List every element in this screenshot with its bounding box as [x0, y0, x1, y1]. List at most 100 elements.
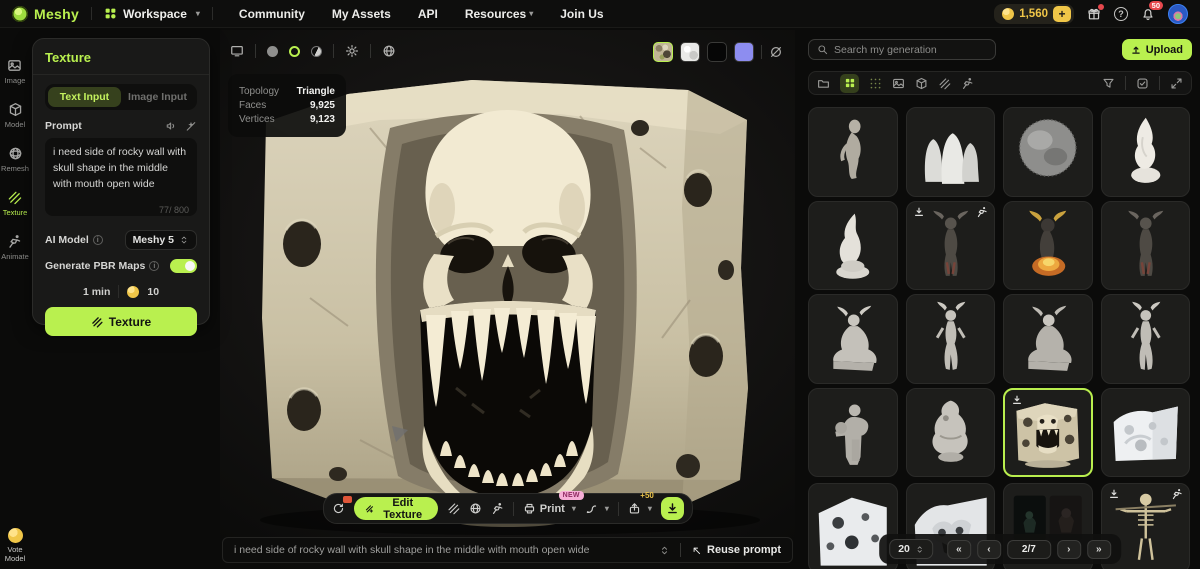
remesh-tool-button[interactable] — [469, 502, 482, 515]
texture-icon — [9, 191, 22, 205]
metallic-map-chip[interactable] — [707, 42, 727, 62]
next-page-button[interactable]: › — [1056, 539, 1081, 559]
generate-texture-button[interactable]: Texture — [45, 307, 197, 336]
model-filter-icon[interactable] — [915, 77, 928, 90]
animate-icon[interactable] — [1171, 488, 1183, 500]
tab-text-input[interactable]: Text Input — [48, 87, 121, 107]
model-thumbnail-ghost-trio[interactable] — [905, 107, 995, 197]
texture-tool-button[interactable] — [447, 502, 460, 515]
divider — [761, 45, 762, 59]
model-thumbnail-demon-fire[interactable] — [1003, 200, 1093, 291]
maps-visibility-icon[interactable] — [769, 45, 783, 59]
rail-item-model[interactable]: Model — [5, 102, 25, 129]
workspace-menu[interactable]: Workspace ▾ — [104, 7, 200, 21]
prompt-collapse-control[interactable] — [659, 545, 670, 556]
model-thumbnail-skull-rock-wall[interactable] — [1003, 387, 1093, 478]
prev-page-button[interactable]: ‹ — [976, 539, 1001, 559]
prompt-voice-icon[interactable] — [165, 120, 177, 132]
gallery-search[interactable] — [808, 39, 996, 60]
rail-item-animate[interactable]: Animate — [1, 234, 29, 261]
download-icon[interactable] — [1108, 488, 1120, 500]
edit-texture-button[interactable]: Edit Texture — [353, 497, 438, 521]
generation-gallery: Upload 20 « ‹ 2/7 › » — [800, 30, 1200, 569]
nav-community[interactable]: Community — [239, 7, 305, 21]
sculpt-brush-button[interactable]: ▾ — [585, 502, 609, 515]
meshy-logo[interactable]: Meshy — [12, 5, 79, 22]
download-button[interactable] — [660, 497, 684, 520]
credits-pill[interactable]: 1,560 + — [994, 3, 1074, 24]
print-button[interactable]: Print ▾ NEW — [523, 491, 584, 515]
model-thumbnail-demon-dark[interactable] — [905, 200, 995, 291]
chevron-down-icon: ▾ — [529, 9, 534, 18]
filter-icon[interactable] — [1102, 77, 1115, 90]
rail-item-image[interactable]: Image — [5, 58, 25, 85]
image-filter-icon[interactable] — [892, 77, 905, 90]
shading-solid-icon[interactable] — [267, 45, 278, 57]
model-thumbnail-stone-sphere[interactable] — [1003, 107, 1093, 197]
model-thumbnail-gnome-creature[interactable] — [905, 387, 995, 478]
download-icon[interactable] — [1011, 394, 1023, 406]
rewards-button[interactable] — [1087, 3, 1104, 21]
first-page-button[interactable]: « — [946, 539, 971, 559]
model-thumbnail-flame-statue[interactable] — [808, 200, 898, 291]
download-icon[interactable] — [913, 206, 925, 218]
grid-icon — [845, 78, 854, 88]
wireframe-icon[interactable] — [382, 44, 396, 58]
model-thumbnail-demon-dark-2[interactable] — [1100, 200, 1190, 291]
nav-resources-label: Resources — [464, 6, 527, 21]
thumbnail-render — [835, 404, 869, 465]
model-thumbnail-white-rock-wall[interactable] — [1100, 387, 1190, 478]
nav-my-assets[interactable]: My Assets — [332, 7, 391, 21]
tab-image-input[interactable]: Image Input — [121, 87, 194, 107]
grid-view-button[interactable] — [840, 73, 859, 93]
reuse-prompt-button[interactable]: Reuse prompt — [691, 544, 781, 556]
vote-model-button[interactable]: Vote Model — [0, 528, 30, 563]
pbr-toggle[interactable] — [170, 259, 197, 273]
folder-icon[interactable] — [817, 77, 830, 90]
rail-item-remesh[interactable]: Remesh — [1, 146, 29, 173]
model-thumbnail-zombie-figure[interactable] — [808, 107, 898, 197]
help-button[interactable]: ? — [1114, 6, 1128, 21]
model-thumbnail-demon-standing[interactable] — [905, 294, 995, 384]
base-color-map-chip[interactable] — [653, 42, 673, 62]
expand-icon[interactable] — [1170, 77, 1183, 90]
nav-api[interactable]: API — [418, 7, 438, 21]
rail-item-texture[interactable]: Texture — [3, 190, 27, 217]
thumbnail-render — [1029, 210, 1067, 276]
nav-join-us[interactable]: Join Us — [560, 7, 603, 21]
model-thumbnail-villager-figure[interactable] — [808, 387, 898, 478]
prompt-label: Prompt — [45, 120, 82, 132]
prompt-ideas-icon[interactable] — [185, 120, 197, 132]
page-size-select[interactable]: 20 — [889, 539, 933, 559]
nav-resources[interactable]: Resources ▾ — [465, 7, 533, 21]
coin-icon — [1002, 7, 1015, 20]
model-thumbnail-demon-standing-2[interactable] — [1100, 294, 1190, 384]
model-thumbnail-flame-figure[interactable] — [1100, 107, 1190, 197]
shading-split-icon[interactable] — [311, 45, 322, 57]
texture-filter-icon[interactable] — [938, 77, 951, 90]
animate-tool-button[interactable] — [491, 502, 504, 515]
display-settings-icon[interactable] — [230, 44, 244, 58]
lighting-icon[interactable] — [345, 44, 359, 58]
roughness-map-chip[interactable] — [680, 42, 700, 62]
shading-textured-icon[interactable] — [289, 45, 300, 57]
thumbnail-render — [1113, 406, 1178, 461]
animate-filter-icon[interactable] — [961, 77, 974, 90]
select-mode-icon[interactable] — [1136, 77, 1149, 90]
user-avatar[interactable] — [1168, 3, 1188, 24]
notifications-button[interactable]: 50 — [1141, 0, 1163, 21]
search-input[interactable] — [834, 43, 987, 56]
3d-viewport[interactable]: Topology Triangle Faces 9,925 Vertices 9,12… — [220, 30, 795, 569]
share-button[interactable]: ▾ +50 — [628, 491, 654, 515]
vote-model-label: Vote Model — [4, 545, 26, 563]
add-credits-button[interactable]: + — [1053, 5, 1071, 22]
upload-button[interactable]: Upload — [1121, 39, 1192, 60]
last-page-button[interactable]: » — [1086, 539, 1111, 559]
normal-map-chip[interactable] — [734, 42, 754, 62]
retexture-button[interactable] — [331, 496, 352, 515]
model-thumbnail-demon-seated[interactable] — [808, 294, 898, 384]
all-types-filter-icon[interactable] — [869, 77, 882, 90]
model-thumbnail-demon-seated-shaded[interactable] — [1003, 294, 1093, 384]
ai-model-select[interactable]: Meshy 5 — [124, 230, 197, 250]
animate-icon[interactable] — [976, 206, 988, 218]
